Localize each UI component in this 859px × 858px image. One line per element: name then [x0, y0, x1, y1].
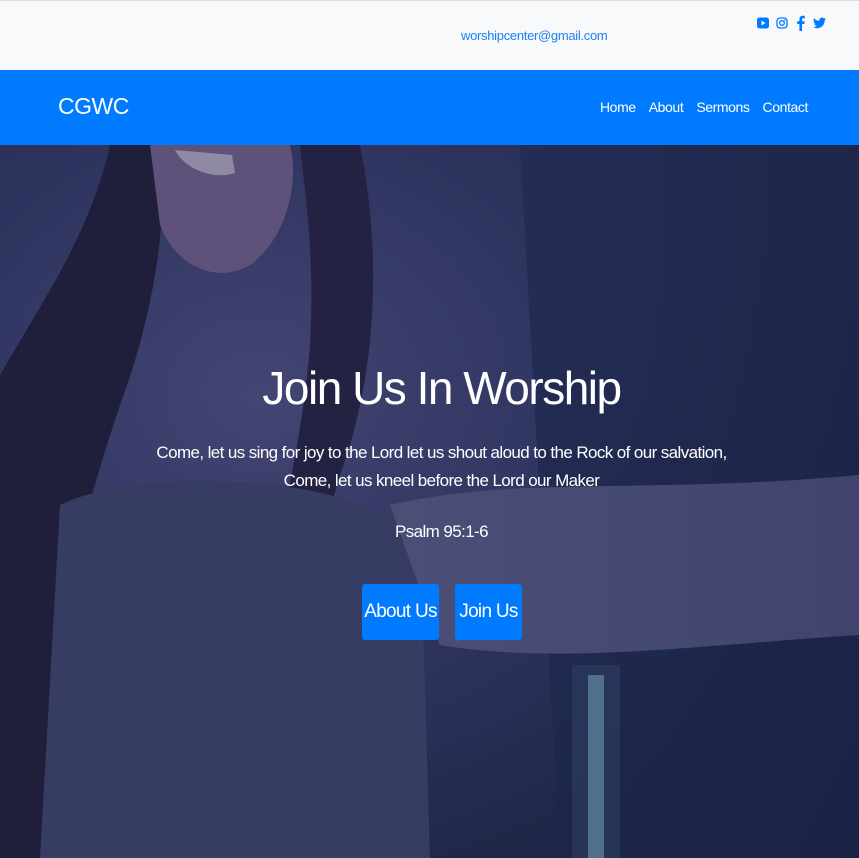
hero-title: Join Us In Worship: [262, 362, 622, 414]
join-us-button[interactable]: Join Us: [455, 584, 522, 640]
nav-menu: Home About Sermons Contact: [600, 99, 808, 115]
youtube-icon[interactable]: [756, 15, 769, 31]
nav-link-about[interactable]: About: [649, 99, 684, 115]
social-links: [756, 15, 826, 31]
main-navbar: CGWC Home About Sermons Contact: [0, 70, 859, 145]
contact-email-link[interactable]: worshipcenter@gmail.com: [461, 28, 608, 43]
about-us-button[interactable]: About Us: [362, 584, 439, 640]
hero-verse: Come, let us sing for joy to the Lord le…: [0, 439, 859, 495]
nav-link-home[interactable]: Home: [600, 99, 636, 115]
nav-link-sermons[interactable]: Sermons: [696, 99, 750, 115]
top-bar: worshipcenter@gmail.com: [0, 0, 859, 70]
brand-logo[interactable]: CGWC: [58, 93, 129, 120]
verse-reference: Psalm 95:1-6: [395, 522, 489, 541]
twitter-icon[interactable]: [813, 15, 826, 31]
instagram-icon[interactable]: [775, 15, 788, 31]
verse-line-1: Come, let us sing for joy to the Lord le…: [156, 443, 727, 462]
verse-line-2: Come, let us kneel before the Lord our M…: [283, 471, 600, 490]
hero-overlay: [0, 145, 859, 858]
hero-section: Join Us In Worship Come, let us sing for…: [0, 145, 859, 858]
facebook-icon[interactable]: [794, 15, 807, 31]
nav-link-contact[interactable]: Contact: [763, 99, 809, 115]
